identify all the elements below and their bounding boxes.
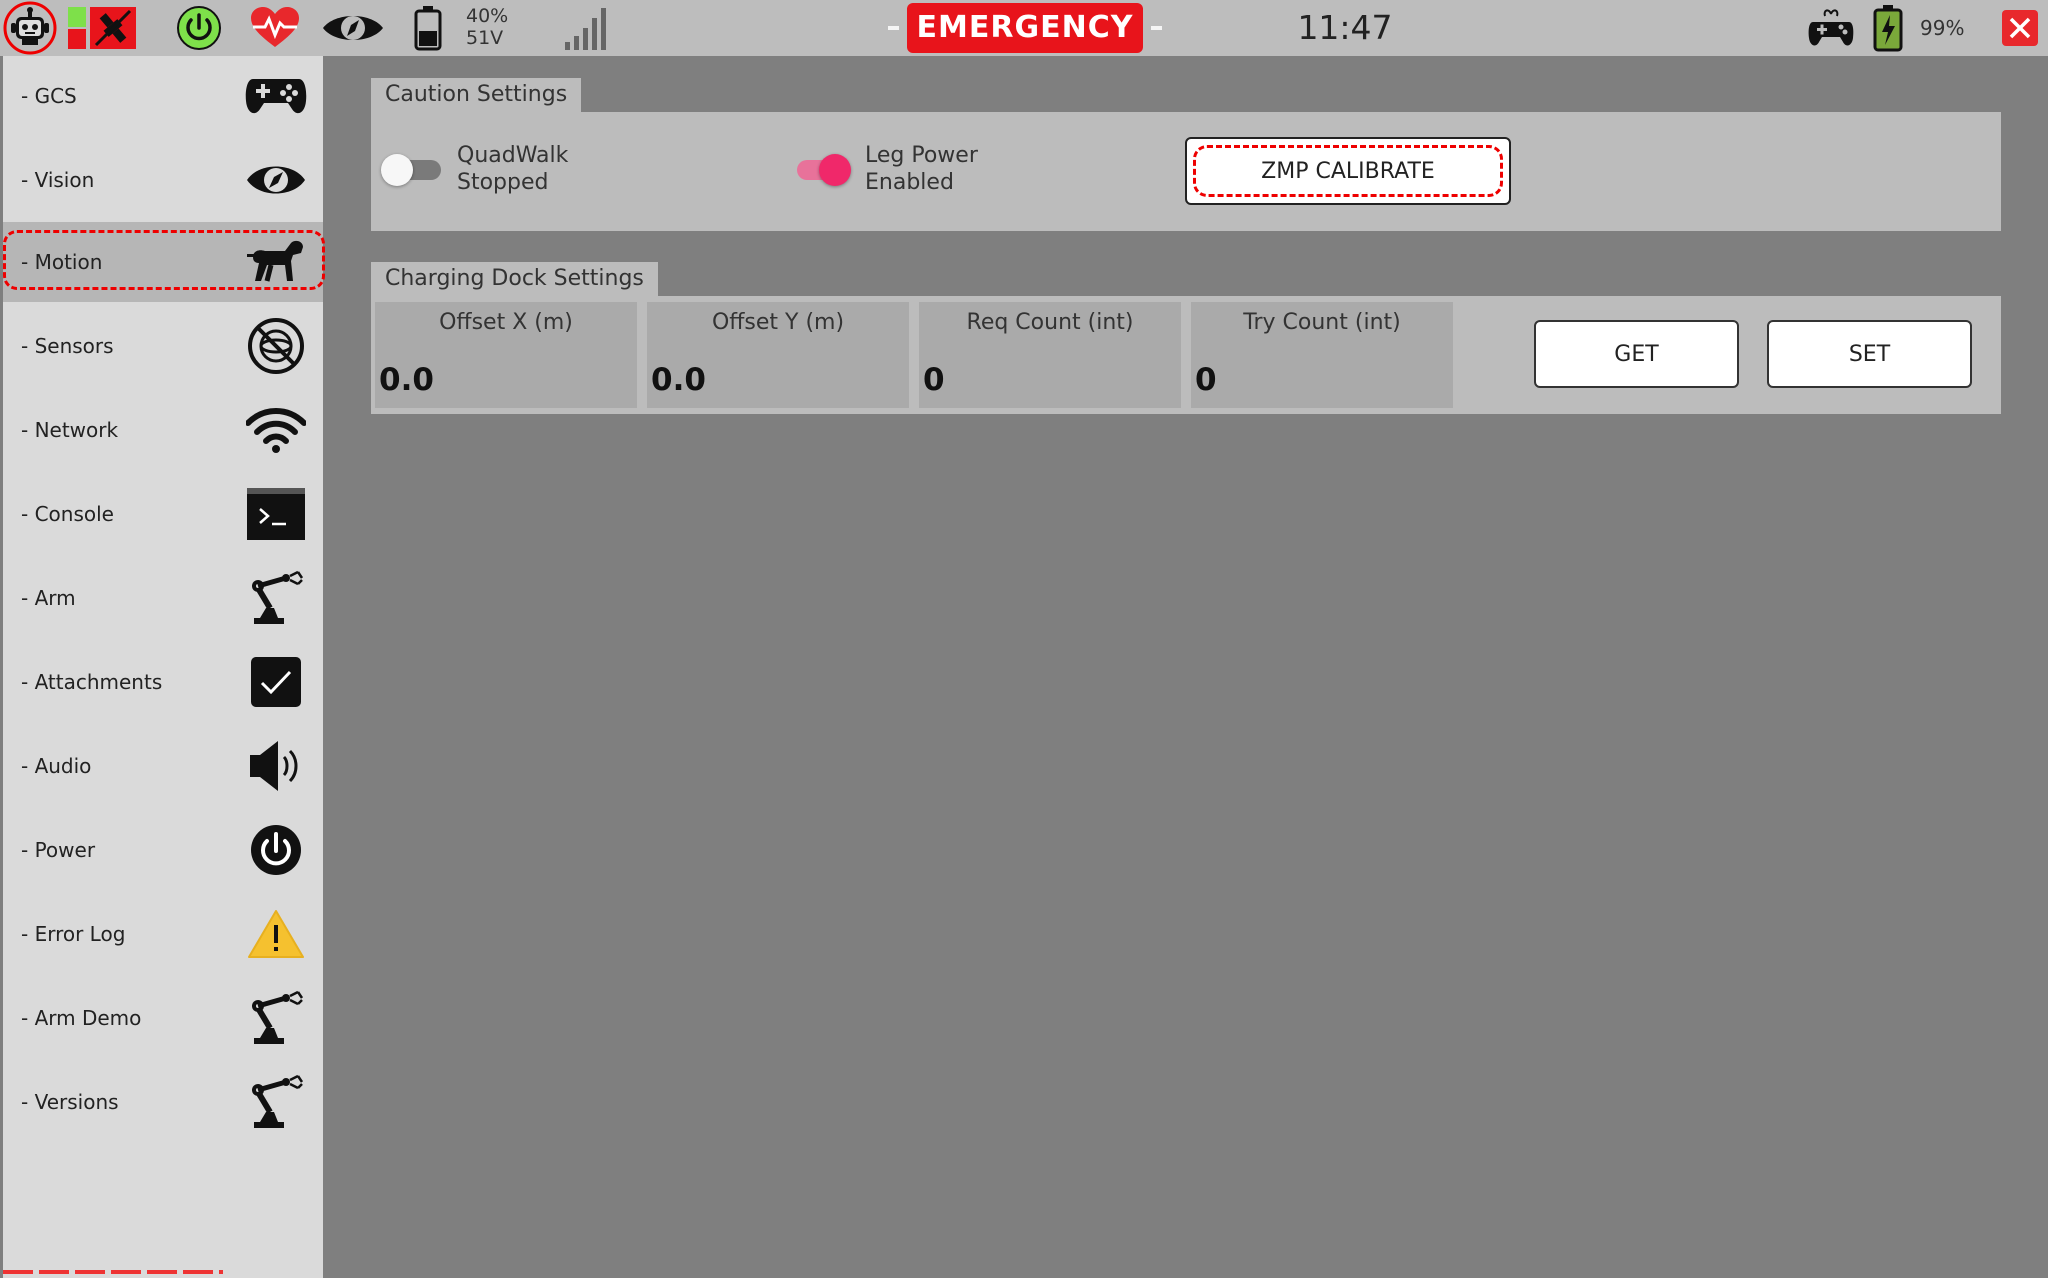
gamepad-icon [245,65,307,127]
robot-arm-icon [245,987,307,1049]
wifi-icon [245,399,307,461]
toggle-knob [381,154,413,186]
field-value: 0 [1195,362,1217,398]
sidebar-item-network[interactable]: - Network [3,390,323,470]
quadwalk-toggle[interactable] [381,154,443,186]
field-label: Offset X (m) [439,310,573,335]
field-label: Req Count (int) [966,310,1134,335]
leg-power-label: Leg Power Enabled [865,142,978,196]
robot-arm-icon [245,1071,307,1133]
caution-settings-title: Caution Settings [371,78,582,112]
sidebar-item-gcs[interactable]: - GCS [3,56,323,136]
toggle-knob [819,154,851,186]
power-icon [245,819,307,881]
heartbeat-icon [246,0,304,56]
vision-eye-icon [320,0,386,56]
sidebar-item-arm-demo[interactable]: - Arm Demo [3,978,323,1058]
offset-x-field[interactable]: Offset X (m) 0.0 [375,302,637,408]
sidebar: - GCS - Vision - Motion - Sensors - Netw… [3,56,325,1278]
sidebar-item-label: - Power [21,838,96,862]
close-button[interactable] [2002,10,2038,46]
leg-power-label-line2: Enabled [865,170,954,195]
power-icon[interactable] [172,0,226,56]
quadwalk-label-line1: QuadWalk [457,143,569,168]
sidebar-item-motion[interactable]: - Motion [3,222,325,302]
battery-icon [412,0,444,56]
clock: 11:47 [1297,8,1393,47]
sidebar-item-error-log[interactable]: - Error Log [3,894,323,974]
status-bar: 40% 51V EMERGENCY 11:47 99% [0,0,2048,56]
sidebar-bottom-marks [3,1270,223,1274]
quadwalk-label: QuadWalk Stopped [457,142,568,196]
sidebar-item-vision[interactable]: - Vision [3,140,323,220]
sidebar-item-versions[interactable]: - Versions [3,1062,323,1142]
emergency-dash-left [888,26,899,30]
charging-dock-settings-title: Charging Dock Settings [371,262,658,296]
req-count-field[interactable]: Req Count (int) 0 [919,302,1181,408]
eye-compass-icon [245,149,307,211]
sidebar-item-audio[interactable]: - Audio [3,726,323,806]
sidebar-item-sensors[interactable]: - Sensors [3,306,323,386]
emergency-label: EMERGENCY [906,3,1144,53]
field-value: 0.0 [651,362,706,398]
field-label: Try Count (int) [1243,310,1401,335]
checkbox-icon [245,651,307,713]
battery-percent: 40% [466,5,509,27]
sidebar-item-label: - Error Log [21,922,126,946]
emergency-indicator[interactable]: EMERGENCY [880,0,1170,56]
sensor-off-icon [245,315,307,377]
sidebar-item-power[interactable]: - Power [3,810,323,890]
sidebar-item-arm[interactable]: - Arm [3,558,323,638]
zmp-calibrate-label: ZMP CALIBRATE [1193,145,1503,197]
battery-voltage: 51V [466,27,504,49]
sidebar-item-label: - Arm Demo [21,1006,142,1030]
speaker-icon [245,735,307,797]
sidebar-item-label: - Network [21,418,119,442]
offset-y-field[interactable]: Offset Y (m) 0.0 [647,302,909,408]
gamepad-icon [1806,0,1856,56]
zmp-calibrate-button[interactable]: ZMP CALIBRATE [1185,137,1511,205]
battery-readout: 40% 51V [466,5,526,49]
sidebar-item-label: - Console [21,502,114,526]
terminal-icon [245,483,307,545]
controller-battery-percent: 99% [1920,16,1965,40]
field-label: Offset Y (m) [711,310,845,335]
signal-strength-icon [560,0,616,56]
sidebar-item-label: - Motion [21,250,103,274]
robot-dog-icon [245,231,307,293]
get-button[interactable]: GET [1534,320,1739,388]
warning-icon [245,903,307,965]
field-value: 0 [923,362,945,398]
charging-battery-icon [1872,0,1904,56]
sidebar-item-label: - Vision [21,168,95,192]
field-value: 0.0 [379,362,434,398]
close-icon [2009,17,2031,39]
sidebar-item-console[interactable]: - Console [3,474,323,554]
set-button[interactable]: SET [1767,320,1972,388]
sidebar-item-attachments[interactable]: - Attachments [3,642,323,722]
quadwalk-label-line2: Stopped [457,170,549,195]
sidebar-item-label: - Attachments [21,670,163,694]
sidebar-item-label: - Arm [21,586,76,610]
leg-power-label-line1: Leg Power [865,143,978,168]
leg-power-toggle[interactable] [789,154,851,186]
robot-icon[interactable] [2,0,58,56]
sidebar-item-label: - Versions [21,1090,119,1114]
connection-status-icon [66,0,138,56]
sidebar-item-label: - Sensors [21,334,114,358]
try-count-field[interactable]: Try Count (int) 0 [1191,302,1453,408]
emergency-dash-right [1151,26,1162,30]
robot-arm-icon [245,567,307,629]
sidebar-item-label: - GCS [21,84,77,108]
sidebar-item-label: - Audio [21,754,92,778]
